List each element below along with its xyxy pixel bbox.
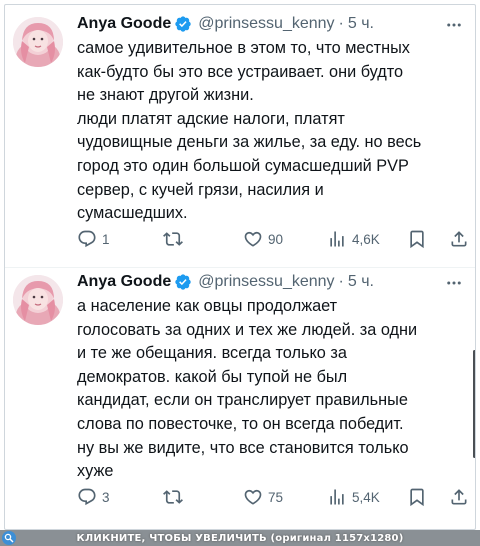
retweet-button[interactable] [163, 485, 188, 509]
more-dots-icon [447, 23, 461, 27]
tweet-text-line: а население как овцы продолжает [77, 297, 338, 315]
verified-badge-icon [175, 16, 191, 32]
share-upload-icon [451, 231, 467, 247]
tweet-text-line: не знают другой жизни. [77, 86, 254, 105]
author-name[interactable]: Anya Goode [77, 15, 171, 33]
reply-count: 1 [102, 231, 110, 247]
share-upload-icon [451, 489, 467, 505]
avatar[interactable] [13, 17, 63, 67]
header-separator: · [338, 15, 344, 32]
like-button[interactable]: 90 [243, 227, 283, 251]
header-separator: · [338, 273, 344, 290]
share-button[interactable] [449, 227, 469, 251]
tweet-text-line: и те же обещания. всегда только за [77, 344, 347, 363]
views-count: 5,4K [352, 489, 380, 505]
scrollbar-thumb[interactable] [473, 350, 475, 458]
views-chart-icon [330, 231, 344, 247]
retweet-icon [163, 490, 183, 504]
tweet-thread-frame: Anya Goode @prinsessu_kenny · 5 ч. самое… [4, 4, 476, 530]
tweet-header: Anya Goode @prinsessu_kenny · 5 ч. [77, 13, 374, 35]
tweet-header: Anya Goode @prinsessu_kenny · 5 ч. [77, 271, 374, 293]
tweet[interactable]: Anya Goode @prinsessu_kenny · 5 ч. а нас… [5, 267, 475, 529]
retweet-icon [163, 232, 183, 246]
views-chart-icon [330, 489, 344, 505]
reply-icon [78, 230, 96, 248]
more-dots-icon [447, 281, 461, 285]
tweet-text-line: ну вы же видите, что все становится толь… [77, 438, 409, 457]
retweet-button[interactable] [163, 227, 188, 251]
reply-button[interactable]: 1 [77, 227, 110, 251]
tweet-text-line: демократов. какой бы тупой не был [77, 367, 348, 386]
tweet[interactable]: Anya Goode @prinsessu_kenny · 5 ч. самое… [5, 5, 475, 267]
tweet-text-line: сумасшедших. [77, 204, 188, 223]
tweet-text-line: сервер, с кучей грязи, насилия и [77, 180, 324, 199]
tweet-actions: 1 90 4,6K [77, 227, 469, 251]
avatar[interactable] [13, 275, 63, 325]
share-button[interactable] [449, 485, 469, 509]
reply-icon [78, 488, 96, 506]
tweet-text-line: люди платят адские налоги, платят [77, 109, 345, 128]
heart-icon [244, 231, 262, 247]
bookmark-button[interactable] [407, 485, 427, 509]
tweet-text-line: слова по повесточке, то он всегда победи… [77, 414, 404, 433]
more-options-button[interactable] [441, 273, 467, 293]
tweet-text-line: город это один большой сумасшедший PVP [77, 156, 409, 175]
tweet-text-line: как-будто бы это все устраивает. они буд… [77, 62, 404, 81]
reply-button[interactable]: 3 [77, 485, 110, 509]
tweet-text-line: голосовать за одних и тех же людей. за о… [77, 320, 418, 339]
tweet-text: самое удивительное в этом то, что местны… [77, 37, 467, 226]
tweet-text-line: чудовищные деньги за жилье, за еду. но в… [77, 133, 422, 152]
tweet-text-line: кандидат, если он транслирует правильные [77, 391, 408, 410]
tweet-text-line: хуже [77, 462, 114, 481]
tweet-timestamp[interactable]: 5 ч. [348, 273, 374, 291]
reply-count: 3 [102, 489, 110, 505]
heart-icon [244, 489, 262, 505]
bookmark-icon [410, 230, 424, 249]
verified-badge-icon [175, 274, 191, 290]
author-name[interactable]: Anya Goode [77, 273, 171, 291]
views-button[interactable]: 5,4K [327, 485, 380, 509]
author-handle[interactable]: @prinsessu_kenny [198, 273, 334, 291]
author-handle[interactable]: @prinsessu_kenny [198, 15, 334, 33]
tweet-timestamp[interactable]: 5 ч. [348, 15, 374, 33]
views-button[interactable]: 4,6K [327, 227, 380, 251]
bookmark-icon [410, 488, 424, 507]
more-options-button[interactable] [441, 15, 467, 35]
tweet-text-line: самое удивительное в этом то, что местны… [77, 39, 410, 57]
tweet-text: а население как овцы продолжает голосова… [77, 295, 467, 484]
tweet-actions: 3 75 5,4K [77, 485, 469, 509]
views-count: 4,6K [352, 231, 380, 247]
like-count: 90 [268, 231, 284, 247]
bookmark-button[interactable] [407, 227, 427, 251]
enlarge-image-bar[interactable]: КЛИКНИТЕ, ЧТОБЫ УВЕЛИЧИТЬ (оригинал 1157… [0, 530, 480, 546]
enlarge-label[interactable]: КЛИКНИТЕ, ЧТОБЫ УВЕЛИЧИТЬ (оригинал 1157… [77, 533, 404, 544]
magnifier-icon [2, 531, 16, 545]
like-count: 75 [268, 489, 284, 505]
like-button[interactable]: 75 [243, 485, 283, 509]
